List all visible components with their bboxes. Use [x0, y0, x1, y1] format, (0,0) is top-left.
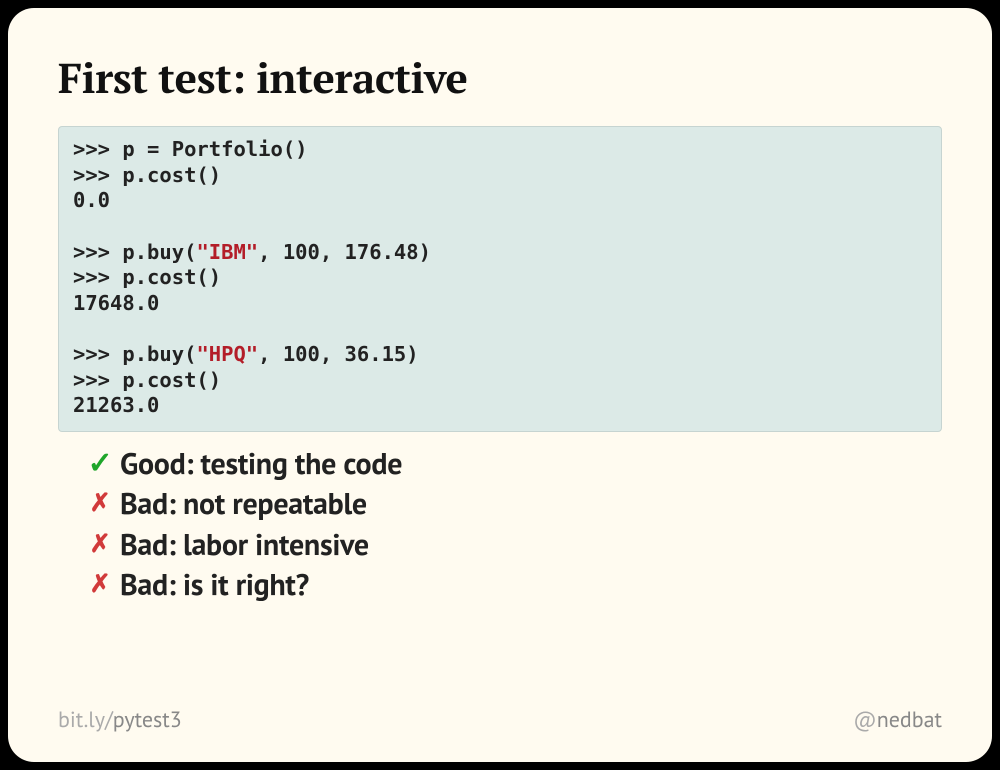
- code-line: >>> p.cost(): [73, 368, 221, 392]
- bullet-text: Bad: not repeatable: [120, 484, 367, 525]
- bullet-text: Good: testing the code: [120, 444, 402, 485]
- code-line: 0.0: [73, 188, 110, 212]
- bullet-item: ✗Bad: not repeatable: [86, 484, 942, 525]
- check-icon: ✓: [86, 443, 114, 484]
- code-line: >>> p.buy("HPQ", 100, 36.15): [73, 342, 419, 366]
- slide-title: First test: interactive: [58, 50, 942, 106]
- bullet-list: ✓Good: testing the code✗Bad: not repeata…: [58, 444, 942, 606]
- bullet-text: Bad: labor intensive: [120, 525, 369, 566]
- slide-footer: bit.ly/pytest3 @nedbat: [58, 706, 942, 734]
- code-line: 21263.0: [73, 393, 159, 417]
- x-icon: ✗: [86, 568, 114, 602]
- code-line: >>> p.buy("IBM", 100, 176.48): [73, 240, 431, 264]
- code-line: 17648.0: [73, 291, 159, 315]
- footer-left-prefix: bit.ly/: [58, 706, 113, 734]
- code-string-literal: "IBM": [196, 240, 258, 264]
- footer-left: bit.ly/pytest3: [58, 706, 182, 734]
- footer-left-main: pytest3: [113, 706, 182, 734]
- x-icon: ✗: [86, 528, 114, 562]
- footer-right-main: nedbat: [877, 706, 942, 734]
- slide: First test: interactive >>> p = Portfoli…: [8, 8, 992, 762]
- code-line: >>> p.cost(): [73, 265, 221, 289]
- footer-right-prefix: @: [853, 706, 876, 734]
- code-line: >>> p.cost(): [73, 163, 221, 187]
- code-line: >>> p = Portfolio(): [73, 137, 308, 161]
- footer-right: @nedbat: [853, 706, 942, 734]
- code-string-literal: "HPQ": [196, 342, 258, 366]
- bullet-item: ✗Bad: is it right?: [86, 565, 942, 606]
- bullet-text: Bad: is it right?: [120, 565, 309, 606]
- code-block: >>> p = Portfolio() >>> p.cost() 0.0 >>>…: [58, 126, 942, 432]
- bullet-item: ✓Good: testing the code: [86, 444, 942, 485]
- x-icon: ✗: [86, 487, 114, 521]
- bullet-item: ✗Bad: labor intensive: [86, 525, 942, 566]
